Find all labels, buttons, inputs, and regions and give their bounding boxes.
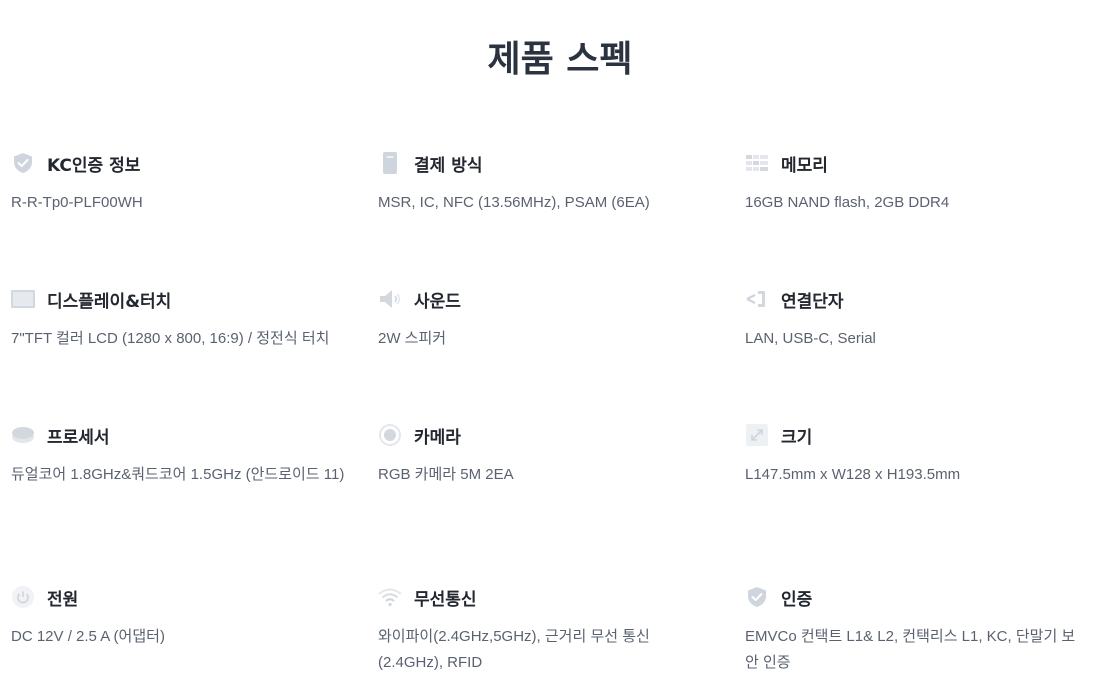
speaker-icon: [378, 287, 402, 311]
power-icon: [11, 585, 35, 609]
spec-label: 인증: [781, 589, 813, 610]
spec-size: 크기 L147.5mm x W128 x H193.5mm: [745, 422, 1085, 488]
wifi-icon: [378, 585, 402, 609]
spec-value: L147.5mm x W128 x H193.5mm: [745, 466, 961, 483]
shield-check-icon: [745, 585, 769, 609]
spec-label: 디스플레이&터치: [47, 291, 172, 312]
shield-check-icon: [11, 151, 35, 175]
spec-label: 카메라: [414, 427, 461, 448]
card-icon: [378, 151, 402, 175]
spec-wireless: 무선통신 와이파이(2.4GHz,5GHz), 근거리 무선 통신 (2.4GH…: [378, 584, 718, 676]
spec-label: 무선통신: [414, 589, 477, 610]
spec-value: DC 12V / 2.5 A (어댑터): [11, 628, 165, 645]
resize-icon: [745, 423, 769, 447]
spec-label: KC인증 정보: [47, 155, 141, 176]
spec-display: 디스플레이&터치 7"TFT 컬러 LCD (1280 x 800, 16:9)…: [11, 286, 351, 352]
spec-connector: 연결단자 LAN, USB-C, Serial: [745, 286, 1085, 352]
spec-value: 2W 스피커: [378, 330, 447, 347]
spec-label: 메모리: [781, 155, 828, 176]
memory-grid-icon: [745, 151, 769, 175]
spec-value: EMVCo 컨택트 L1& L2, 컨택리스 L1, KC, 단말기 보안 인증: [745, 628, 1076, 671]
connector-icon: [745, 287, 769, 311]
spec-value: RGB 카메라 5M 2EA: [378, 466, 514, 483]
spec-certification: 인증 EMVCo 컨택트 L1& L2, 컨택리스 L1, KC, 단말기 보안…: [745, 584, 1085, 676]
spec-label: 크기: [781, 427, 813, 448]
spec-kc-info: KC인증 정보 R-R-Tp0-PLF00WH: [11, 150, 351, 216]
spec-payment: 결제 방식 MSR, IC, NFC (13.56MHz), PSAM (6EA…: [378, 150, 718, 216]
spec-value: 와이파이(2.4GHz,5GHz), 근거리 무선 통신 (2.4GHz), R…: [378, 628, 650, 671]
spec-label: 프로세서: [47, 427, 110, 448]
spec-value: 듀얼코어 1.8GHz&쿼드코어 1.5GHz (안드로이드 11): [11, 466, 345, 483]
spec-label: 사운드: [414, 291, 461, 312]
spec-label: 결제 방식: [414, 155, 483, 176]
camera-icon: [378, 423, 402, 447]
spec-value: R-R-Tp0-PLF00WH: [11, 194, 143, 211]
spec-memory: 메모리 16GB NAND flash, 2GB DDR4: [745, 150, 1085, 216]
spec-processor: 프로세서 듀얼코어 1.8GHz&쿼드코어 1.5GHz (안드로이드 11): [11, 422, 351, 488]
display-icon: [11, 287, 35, 311]
spec-value: 7"TFT 컬러 LCD (1280 x 800, 16:9) / 정전식 터치: [11, 330, 330, 347]
page-title: 제품 스펙: [487, 39, 633, 80]
spec-camera: 카메라 RGB 카메라 5M 2EA: [378, 422, 718, 488]
spec-label: 전원: [47, 589, 79, 610]
spec-value: 16GB NAND flash, 2GB DDR4: [745, 194, 950, 211]
spec-sound: 사운드 2W 스피커: [378, 286, 718, 352]
spec-value: MSR, IC, NFC (13.56MHz), PSAM (6EA): [378, 194, 650, 211]
spec-power: 전원 DC 12V / 2.5 A (어댑터): [11, 584, 351, 650]
spec-value: LAN, USB-C, Serial: [745, 330, 876, 347]
processor-icon: [11, 423, 35, 447]
spec-label: 연결단자: [781, 291, 844, 312]
